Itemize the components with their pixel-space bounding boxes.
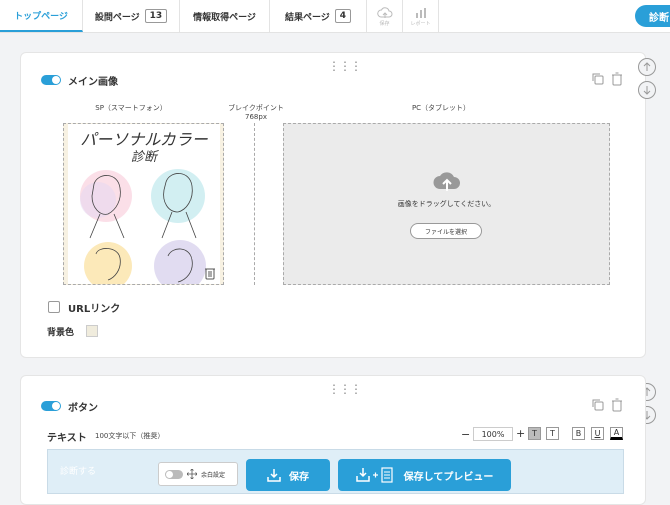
button-card: ⋮⋮⋮ ボタン テキスト 100文字以下（推奨） − 100% + T T B …: [20, 375, 646, 505]
save-button[interactable]: 保存: [246, 459, 330, 491]
drag-handle-icon[interactable]: ⋮⋮⋮: [328, 383, 362, 395]
save-and-preview-button[interactable]: 保存してプレビュー: [338, 459, 511, 491]
bold-button[interactable]: B: [572, 427, 585, 440]
sp-image-dropzone[interactable]: パーソナルカラー 診断: [63, 123, 224, 285]
drop-instruction: 画像をドラッグしてください。: [397, 200, 496, 208]
report-icon: [415, 7, 426, 18]
breakpoint-value: 768px: [245, 113, 267, 121]
text-hint: 100文字以下（推奨）: [95, 432, 165, 440]
drag-handle-icon[interactable]: ⋮⋮⋮: [328, 60, 362, 72]
button-toggle[interactable]: [41, 401, 61, 411]
url-link-label: URLリンク: [68, 304, 121, 315]
text-label: テキスト: [47, 433, 87, 444]
report-tool-button[interactable]: レポート: [403, 0, 439, 32]
underline-button[interactable]: U: [591, 427, 604, 440]
personal-color-illustration: [80, 169, 206, 284]
margin-toggle-switch[interactable]: [165, 469, 183, 479]
margin-setting-toggle[interactable]: 余白設定: [158, 462, 238, 486]
main-image-title: メイン画像: [68, 77, 118, 88]
main-image-toggle[interactable]: [41, 75, 61, 85]
zoom-value: 100%: [473, 427, 513, 441]
sp-label: SP（スマートフォン）: [95, 104, 167, 112]
cloud-upload-icon: [433, 172, 460, 191]
tab-result-pages[interactable]: 結果ページ 4: [270, 0, 367, 32]
url-link-checkbox[interactable]: [48, 301, 60, 313]
zoom-minus-button[interactable]: −: [461, 428, 470, 441]
zoom-plus-button[interactable]: +: [516, 427, 525, 440]
sp-preview-image: パーソナルカラー 診断: [68, 124, 220, 284]
cloud-save-icon: [376, 6, 392, 18]
main-image-card: ⋮⋮⋮ メイン画像 SP（スマートフォン） ブレイクポイント 768px PC（…: [20, 52, 646, 358]
breakpoint-label: ブレイクポイント: [228, 104, 284, 112]
diagnose-button[interactable]: 診断: [635, 5, 670, 27]
copy-icon[interactable]: [591, 398, 605, 412]
bg-color-swatch[interactable]: [86, 325, 98, 337]
download-plus-preview-icon: [355, 467, 393, 483]
arrow-down-icon: [643, 86, 651, 95]
tab-info-page[interactable]: 情報取得ページ: [180, 0, 270, 32]
pc-image-dropzone[interactable]: 画像をドラッグしてください。 ファイルを選択: [283, 123, 610, 285]
preview-title-line2: 診断: [130, 150, 157, 165]
trash-icon[interactable]: [611, 398, 623, 412]
question-count-badge: 13: [144, 9, 168, 23]
choose-file-button[interactable]: ファイルを選択: [410, 223, 482, 239]
move-down-button[interactable]: [638, 81, 656, 99]
button-title: ボタン: [68, 403, 98, 414]
pc-label: PC（タブレット）: [411, 104, 471, 112]
delete-image-icon[interactable]: [204, 266, 216, 280]
trash-icon[interactable]: [611, 72, 623, 86]
copy-icon[interactable]: [591, 72, 605, 86]
move-up-button[interactable]: [638, 58, 656, 76]
top-navigation-bar: トップページ 設問ページ 13 情報取得ページ 結果ページ 4 保存 レポート 診断: [0, 0, 670, 33]
text-style-button-1[interactable]: T: [528, 427, 541, 440]
move-arrows-icon: [187, 469, 197, 479]
arrow-up-icon: [643, 62, 651, 71]
bg-color-label: 背景色: [47, 328, 75, 338]
text-color-button[interactable]: A: [610, 427, 623, 440]
tab-question-pages[interactable]: 設問ページ 13: [83, 0, 180, 32]
button-text-input[interactable]: 診断する: [47, 449, 624, 494]
text-style-button-2[interactable]: T: [546, 427, 559, 440]
result-count-badge: 4: [334, 9, 352, 23]
breakpoint-divider: [254, 123, 255, 285]
tab-top-page[interactable]: トップページ: [0, 0, 83, 32]
download-icon: [267, 469, 281, 482]
save-tool-button[interactable]: 保存: [367, 0, 403, 32]
